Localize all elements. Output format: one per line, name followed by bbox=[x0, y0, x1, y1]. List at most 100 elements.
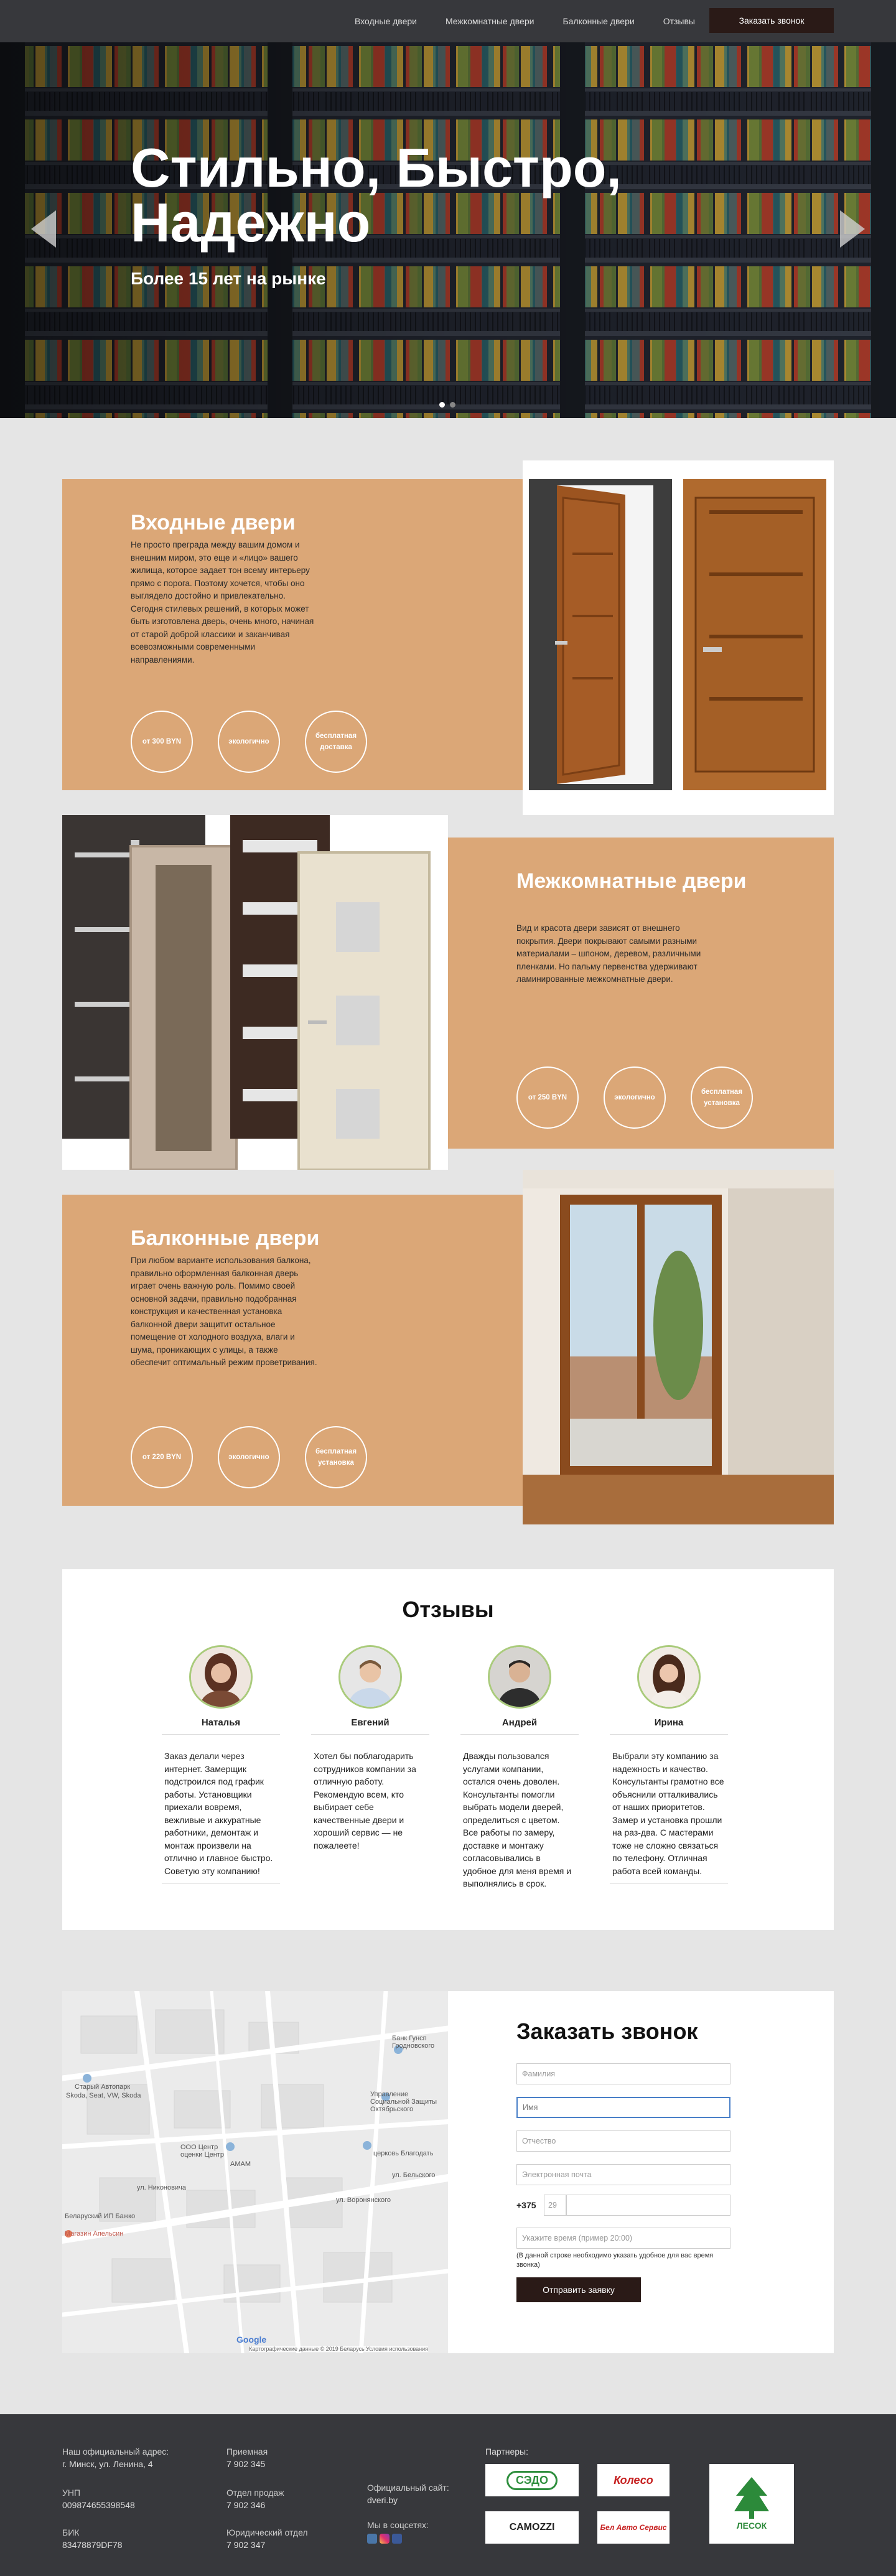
map-label: Skoda, Seat, VW, Skoda bbox=[66, 2092, 141, 2099]
slider-prev-arrow-icon[interactable] bbox=[31, 210, 56, 248]
footer-unp-block: УНП 009874655398548 bbox=[62, 2486, 135, 2511]
nav-link-interior-doors[interactable]: Межкомнатные двери bbox=[446, 16, 534, 26]
footer-address-block: Наш официальный адрес: г. Минск, ул. Лен… bbox=[62, 2445, 169, 2470]
reviewer-name: Евгений bbox=[351, 1717, 390, 1728]
map-label: Банк Гунсп Гродновского bbox=[392, 2035, 435, 2050]
map-label: Беларуский ИП Бажко bbox=[65, 2213, 136, 2220]
reception-phone[interactable]: 7 902 345 bbox=[226, 2458, 268, 2470]
entrance-delivery-badge: бесплатная доставка bbox=[305, 711, 367, 773]
review-card: Ирина Выбрали эту компанию за надежность… bbox=[610, 1645, 728, 1884]
email-field[interactable]: Электронная почта bbox=[516, 2164, 730, 2185]
surname-field[interactable]: Фамилия bbox=[516, 2063, 730, 2084]
interior-doors-image bbox=[62, 815, 448, 1170]
review-text: Дважды пользовался услугами компании, ос… bbox=[463, 1751, 572, 1888]
phone-code-field[interactable]: 29 bbox=[544, 2195, 566, 2216]
reviewer-name: Наталья bbox=[201, 1717, 241, 1728]
map-label: АМАМ bbox=[230, 2160, 251, 2168]
interior-doors-illustration bbox=[62, 815, 448, 1170]
order-call-button[interactable]: Заказать звонок bbox=[709, 8, 834, 33]
vk-icon[interactable] bbox=[367, 2534, 377, 2544]
bik-label: БИК bbox=[62, 2527, 80, 2537]
divider bbox=[460, 1734, 579, 1735]
social-label: Мы в соцсетях: bbox=[367, 2520, 429, 2530]
entrance-eco-badge: экологично bbox=[218, 711, 280, 773]
address-label: Наш официальный адрес: bbox=[62, 2447, 169, 2457]
instagram-icon[interactable] bbox=[380, 2534, 390, 2544]
reviews-title: Отзывы bbox=[402, 1597, 494, 1622]
divider bbox=[162, 1734, 280, 1735]
entrance-doors-text: Не просто преграда между вашим домом и в… bbox=[131, 540, 314, 665]
call-time-field[interactable]: Укажите время (пример 20:00) bbox=[516, 2228, 730, 2249]
legal-label: Юридический отдел bbox=[226, 2527, 308, 2537]
partner-logo[interactable]: Колесо bbox=[597, 2464, 670, 2496]
site-link[interactable]: dveri.by bbox=[367, 2494, 449, 2506]
nav-link-reviews[interactable]: Отзывы bbox=[663, 16, 695, 26]
slider-dots bbox=[439, 402, 455, 408]
review-text: Выбрали эту компанию за надежность и кач… bbox=[612, 1751, 724, 1876]
entrance-doors-image bbox=[523, 460, 834, 815]
phone-number-field[interactable] bbox=[566, 2195, 730, 2216]
footer: Наш официальный адрес: г. Минск, ул. Лен… bbox=[0, 2414, 896, 2576]
entrance-price-badge: от 300 BYN bbox=[131, 711, 193, 773]
nav-link-balcony-doors[interactable]: Балконные двери bbox=[562, 16, 634, 26]
callback-form-title: Заказать звонок bbox=[516, 2018, 698, 2044]
map-label: Старый Автопарк bbox=[75, 2083, 131, 2091]
unp-value: 009874655398548 bbox=[62, 2500, 135, 2510]
partners-label: Партнеры: bbox=[485, 2447, 528, 2457]
sales-label: Отдел продаж bbox=[226, 2488, 284, 2498]
footer-legal-block: Юридический отдел 7 902 347 bbox=[226, 2526, 308, 2551]
footer-site-block: Официальный сайт: dveri.by bbox=[367, 2481, 449, 2506]
map-attribution[interactable]: Картографические данные © 2019 Беларусь … bbox=[249, 2346, 429, 2352]
submit-request-button[interactable]: Отправить заявку bbox=[516, 2277, 641, 2302]
tree-icon bbox=[734, 2477, 769, 2519]
balcony-price-badge: от 220 BYN bbox=[131, 1426, 193, 1488]
hero-slider: Стильно, Быстро, Надежно Более 15 лет на… bbox=[0, 42, 896, 418]
divider bbox=[610, 1883, 728, 1884]
hero-title: Стильно, Быстро, Надежно bbox=[131, 137, 622, 253]
entrance-doors-illustration bbox=[523, 460, 834, 815]
balcony-install-badge: бесплатная установка bbox=[305, 1426, 367, 1488]
balcony-doors-title: Балконные двери bbox=[131, 1226, 320, 1250]
reviews-section: Отзывы Наталья Заказ делали через интерн… bbox=[62, 1569, 834, 1930]
review-text: Заказ делали через интернет. Замерщик по… bbox=[164, 1751, 273, 1876]
map-label: ул. Воронянского bbox=[336, 2196, 391, 2204]
slider-dot[interactable] bbox=[450, 402, 455, 408]
call-time-note: (В данной строке необходимо указать удоб… bbox=[516, 2252, 714, 2269]
map-label: церковь Благодать bbox=[373, 2150, 434, 2157]
map-label: Магазин Апельсин bbox=[65, 2230, 124, 2238]
map-label: ООО Центр оценки Центр bbox=[180, 2144, 224, 2158]
patronymic-field[interactable]: Отчество bbox=[516, 2130, 730, 2152]
avatar bbox=[189, 1645, 253, 1709]
map-canvas[interactable] bbox=[62, 1991, 448, 2353]
balcony-doors-image bbox=[523, 1170, 834, 1524]
partner-logo[interactable]: ЛЕСОК bbox=[709, 2464, 794, 2544]
review-card: Андрей Дважды пользовался услугами компа… bbox=[460, 1645, 579, 1890]
reception-label: Приемная bbox=[226, 2447, 268, 2457]
hero-subtitle: Более 15 лет на рынке bbox=[131, 269, 326, 288]
interior-price-badge: от 250 BYN bbox=[516, 1066, 579, 1129]
nav-link-entrance-doors[interactable]: Входные двери bbox=[355, 16, 417, 26]
legal-phone[interactable]: 7 902 347 bbox=[226, 2539, 308, 2551]
partner-logo[interactable]: Бел Авто Сервис bbox=[597, 2511, 670, 2544]
avatar bbox=[338, 1645, 402, 1709]
facebook-icon[interactable] bbox=[392, 2534, 402, 2544]
divider bbox=[610, 1734, 728, 1735]
location-map[interactable]: Банк Гунсп Гродновского Управление Социа… bbox=[62, 1991, 448, 2353]
slider-next-arrow-icon[interactable] bbox=[840, 210, 865, 248]
partner-logo[interactable]: CAMOZZI bbox=[485, 2511, 579, 2544]
reviewer-name: Ирина bbox=[654, 1717, 684, 1728]
phone-prefix: +375 bbox=[516, 2200, 536, 2210]
entrance-doors-title: Входные двери bbox=[131, 511, 296, 534]
partner-logo[interactable]: СЭДО bbox=[485, 2464, 579, 2496]
map-label: Управление Социальной Защиты Октябрьског… bbox=[370, 2091, 437, 2113]
balcony-eco-badge: экологично bbox=[218, 1426, 280, 1488]
review-card: Евгений Хотел бы поблагодарить сотрудник… bbox=[311, 1645, 429, 1852]
name-field[interactable]: Имя bbox=[516, 2097, 730, 2118]
footer-sales-block: Отдел продаж 7 902 346 bbox=[226, 2486, 284, 2511]
sales-phone[interactable]: 7 902 346 bbox=[226, 2499, 284, 2511]
review-card: Наталья Заказ делали через интернет. Зам… bbox=[162, 1645, 280, 1884]
map-label: ул. Бельского bbox=[392, 2172, 436, 2179]
footer-social-block: Мы в соцсетях: bbox=[367, 2519, 429, 2544]
slider-dot[interactable] bbox=[439, 402, 445, 408]
main-nav: Входные двери Межкомнатные двери Балконн… bbox=[355, 0, 695, 42]
